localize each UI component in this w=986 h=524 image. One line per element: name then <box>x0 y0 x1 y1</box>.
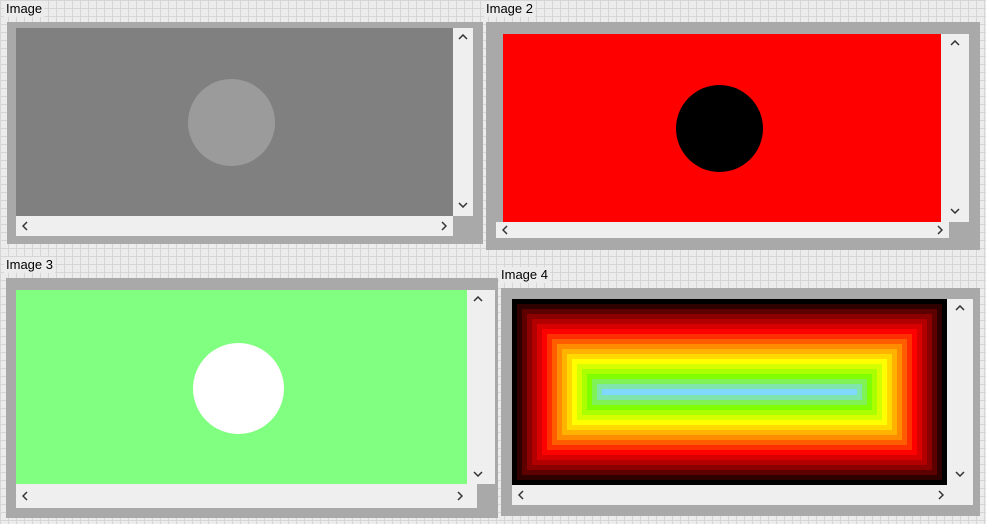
image-4-canvas[interactable] <box>512 299 947 485</box>
image-3-horizontal-scrollbar[interactable] <box>16 484 477 508</box>
chevron-down-icon[interactable] <box>471 467 485 481</box>
image-2-display[interactable] <box>486 22 980 250</box>
chevron-right-icon[interactable] <box>453 489 467 503</box>
chevron-up-icon[interactable] <box>953 301 967 315</box>
chevron-down-icon[interactable] <box>456 198 470 212</box>
image-3-canvas[interactable] <box>16 290 467 484</box>
image-1-circle <box>188 79 275 166</box>
chevron-left-icon[interactable] <box>18 219 32 233</box>
image-4-display[interactable] <box>501 288 980 516</box>
image-1-vertical-scrollbar[interactable] <box>453 28 473 216</box>
image-4-label: Image 4 <box>499 267 550 283</box>
image-2-label: Image 2 <box>484 1 535 17</box>
gradient-band <box>602 389 857 395</box>
chevron-right-icon[interactable] <box>934 488 948 502</box>
chevron-left-icon[interactable] <box>18 489 32 503</box>
chevron-down-icon[interactable] <box>953 467 967 481</box>
image-2-vertical-scrollbar[interactable] <box>941 34 969 222</box>
image-4-horizontal-scrollbar[interactable] <box>512 485 973 505</box>
chevron-left-icon[interactable] <box>514 488 528 502</box>
image-3-circle <box>193 343 284 434</box>
image-2-canvas[interactable] <box>503 34 941 222</box>
image-2-horizontal-scrollbar[interactable] <box>496 222 949 238</box>
image-3-vertical-scrollbar[interactable] <box>467 290 495 484</box>
chevron-right-icon[interactable] <box>437 219 451 233</box>
image-1-canvas[interactable] <box>16 28 453 216</box>
image-4-vertical-scrollbar[interactable] <box>947 299 973 485</box>
image-1-label: Image <box>4 1 45 17</box>
image-3-label: Image 3 <box>4 257 55 273</box>
chevron-up-icon[interactable] <box>456 30 470 44</box>
chevron-up-icon[interactable] <box>948 36 962 50</box>
chevron-up-icon[interactable] <box>471 292 485 306</box>
chevron-down-icon[interactable] <box>948 204 962 218</box>
image-1-display[interactable] <box>7 22 483 244</box>
image-2-circle <box>676 85 763 172</box>
chevron-right-icon[interactable] <box>933 223 947 237</box>
image-1-horizontal-scrollbar[interactable] <box>16 216 453 236</box>
image-3-display[interactable] <box>6 278 498 518</box>
chevron-left-icon[interactable] <box>498 223 512 237</box>
